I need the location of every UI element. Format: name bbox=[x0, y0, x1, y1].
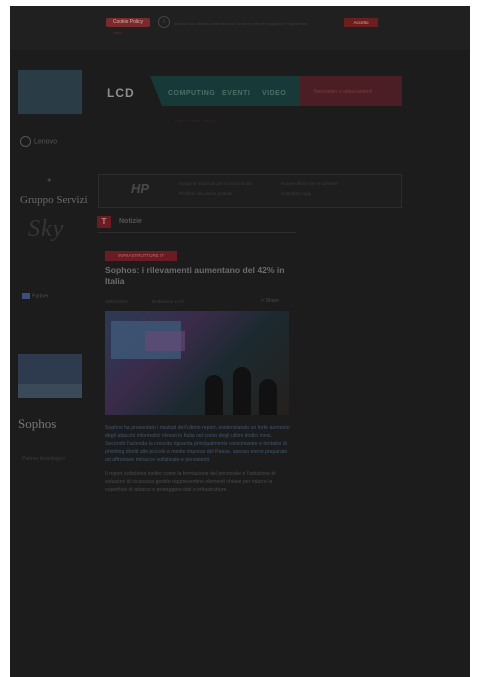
ad-logo-6[interactable]: Partner tecnologico bbox=[22, 456, 78, 462]
ring-icon bbox=[20, 136, 31, 147]
article-author[interactable]: Redazione LCD bbox=[152, 299, 184, 304]
ad-mark-icon: ✦ bbox=[46, 176, 53, 185]
banner-logo: HP bbox=[131, 181, 150, 196]
ad-logo-1[interactable]: Lenovo bbox=[20, 136, 92, 152]
ad-logo-5[interactable]: Sophos bbox=[18, 416, 56, 432]
banner-line-3: Nuove offerte per le aziende bbox=[281, 181, 338, 186]
article-headline[interactable]: Sophos: i rilevamenti aumentano del 42% … bbox=[105, 265, 293, 287]
article-paragraph: Sophos ha presentato i risultati dell'ul… bbox=[105, 425, 290, 463]
cookie-bar: Cookie Policy Info i Questo sito utilizz… bbox=[10, 6, 470, 50]
site-logo[interactable]: LCD bbox=[107, 86, 135, 100]
article-hero-image bbox=[105, 311, 289, 415]
category-tag[interactable]: INFRASTRUTTURE IT bbox=[105, 251, 177, 261]
page-overlay: Cookie Policy Info i Questo sito utilizz… bbox=[10, 6, 470, 677]
breadcrumb[interactable]: Home / Eventi / Articoli bbox=[175, 118, 215, 123]
section-divider bbox=[98, 232, 296, 233]
share-label: Share bbox=[265, 298, 279, 304]
banner-line-2: Richiedi una demo gratuita bbox=[179, 191, 233, 196]
brand-mark-icon bbox=[22, 293, 30, 299]
ad-logo-4-label: Partner bbox=[32, 293, 49, 300]
ad-skyscraper-top[interactable] bbox=[18, 70, 82, 114]
info-icon: i bbox=[158, 16, 170, 28]
ad-logo-2[interactable]: Gruppo Servizi bbox=[20, 194, 88, 206]
cookie-policy-badge[interactable]: Cookie Policy bbox=[106, 18, 150, 27]
hero-person bbox=[259, 379, 277, 415]
ad-box-image[interactable] bbox=[18, 354, 82, 398]
section-title: Notizie bbox=[119, 218, 142, 225]
nav-newsletter-label: Newsletter e abbonamenti bbox=[314, 89, 373, 95]
hero-person bbox=[233, 367, 251, 415]
ad-logo-4[interactable]: Partner bbox=[22, 293, 48, 299]
ad-box-band bbox=[18, 384, 82, 398]
banner-ad[interactable]: HP Scopri le soluzioni per il lavoro ibr… bbox=[98, 174, 402, 208]
banner-line-4: Contattaci oggi bbox=[281, 191, 312, 196]
hero-screen-accent bbox=[145, 331, 185, 351]
cookie-text: Questo sito utilizza cookie tecnici e di… bbox=[174, 21, 308, 26]
cookie-accept-button[interactable]: Accetto bbox=[344, 18, 378, 27]
ad-logo-1-label: Lenovo bbox=[34, 138, 57, 146]
article-paragraph: Il report sottolinea inoltre come la for… bbox=[105, 471, 276, 493]
nav-item-video[interactable]: VIDEO bbox=[262, 90, 286, 97]
cookie-info-link[interactable]: Info bbox=[114, 30, 121, 35]
article-date: 18/04/2024 bbox=[105, 299, 128, 304]
nav-item-computing[interactable]: COMPUTING bbox=[168, 90, 215, 97]
article-body: Sophos ha presentato i risultati dell'ul… bbox=[105, 424, 291, 500]
share-button[interactable]: ↗ Share bbox=[260, 298, 279, 304]
nav-newsletter[interactable]: Newsletter e abbonamenti bbox=[300, 76, 402, 106]
banner-line-1: Scopri le soluzioni per il lavoro ibrido bbox=[179, 181, 253, 186]
hero-person bbox=[205, 375, 223, 415]
nav-item-eventi[interactable]: EVENTI bbox=[222, 90, 250, 97]
ad-logo-3[interactable]: Sky bbox=[28, 216, 64, 243]
section-badge: T bbox=[97, 216, 111, 228]
